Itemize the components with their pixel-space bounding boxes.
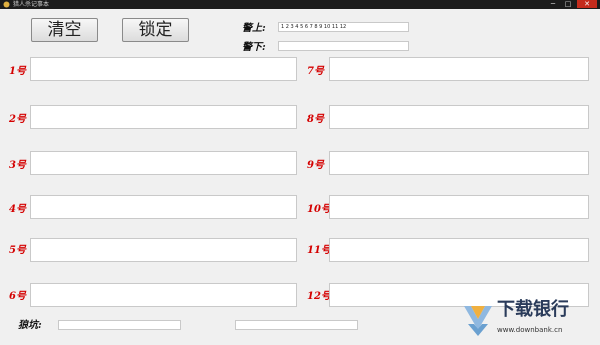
watermark: 下载银行 www.downbank.cn (462, 298, 600, 342)
wolf-pit-field-2[interactable] (235, 320, 358, 330)
minimize-button[interactable]: ─ (546, 0, 560, 8)
watermark-url: www.downbank.cn (497, 326, 563, 334)
player-field-1[interactable] (30, 57, 297, 81)
player-label-9: 9号 (307, 160, 324, 171)
player-label-2: 2号 (9, 114, 26, 125)
app-icon (3, 1, 10, 8)
player-field-10[interactable] (329, 195, 589, 219)
player-label-12: 12号 (307, 291, 331, 302)
player-field-2[interactable] (30, 105, 297, 129)
window-title: 猎人杀记事本 (13, 1, 50, 8)
player-label-3: 3号 (9, 160, 26, 171)
player-field-5[interactable] (30, 238, 297, 262)
watermark-brand: 下载银行 (497, 299, 569, 320)
player-label-5: 5号 (9, 245, 26, 256)
title-bar: 猎人杀记事本 ─ □ ✕ (0, 0, 600, 9)
police-down-label: 警下: (242, 42, 266, 53)
player-field-3[interactable] (30, 151, 297, 175)
player-field-6[interactable] (30, 283, 297, 307)
player-label-10: 10号 (307, 204, 331, 215)
player-label-1: 1号 (9, 66, 26, 77)
police-up-field[interactable]: 1 2 3 4 5 6 7 8 9 10 11 12 (278, 22, 409, 32)
player-field-8[interactable] (329, 105, 589, 129)
lock-button[interactable]: 锁定 (122, 18, 189, 42)
player-field-7[interactable] (329, 57, 589, 81)
police-down-field[interactable] (278, 41, 409, 51)
maximize-button[interactable]: □ (561, 0, 575, 8)
close-button[interactable]: ✕ (577, 0, 597, 8)
downbank-logo-icon (464, 306, 492, 336)
player-label-8: 8号 (307, 114, 324, 125)
wolf-pit-field-1[interactable] (58, 320, 181, 330)
wolf-pit-label: 狼坑: (18, 320, 42, 331)
player-field-4[interactable] (30, 195, 297, 219)
player-field-9[interactable] (329, 151, 589, 175)
player-label-4: 4号 (9, 204, 26, 215)
player-label-11: 11号 (307, 245, 331, 256)
clear-button[interactable]: 清空 (31, 18, 98, 42)
player-label-6: 6号 (9, 291, 26, 302)
player-label-7: 7号 (307, 66, 324, 77)
police-up-label: 警上: (242, 23, 266, 34)
player-field-11[interactable] (329, 238, 589, 262)
